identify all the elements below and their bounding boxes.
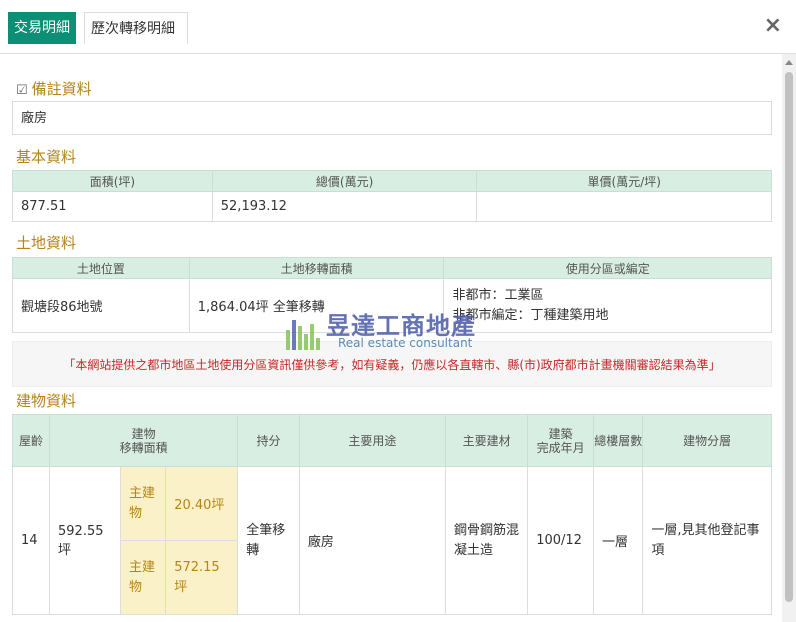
notes-section-title: ☑ 備註資料	[16, 78, 92, 99]
building-use-value: 廠房	[298, 466, 446, 615]
scroll-thumb[interactable]	[785, 72, 793, 602]
building-material-value: 鋼骨鋼筋混凝土造	[444, 466, 529, 615]
zoning-disclaimer: 「本網站提供之都市地區土地使用分區資訊僅供參考，如有疑義，仍應以各直轄市、縣(市…	[12, 341, 772, 387]
building-completed-value: 100/12	[527, 466, 595, 615]
building-header-completed: 建築 完成年月	[527, 414, 595, 467]
land-location-value: 觀塘段86地號	[12, 278, 190, 333]
basic-header-unit: 單價(萬元/坪)	[476, 170, 772, 192]
vertical-scrollbar[interactable]	[782, 54, 796, 622]
basic-table: 面積(坪) 總價(萬元) 單價(萬元/坪) 877.51 52,193.12	[12, 170, 772, 222]
basic-area-value: 877.51	[12, 191, 213, 222]
building-header-use: 主要用途	[298, 414, 446, 467]
detail-content: ☑ 備註資料 廠房 基本資料 面積(坪) 總價(萬元) 單價(萬元/坪) 877.…	[0, 54, 780, 622]
land-header-location: 土地位置	[12, 257, 190, 279]
land-zoning-line-1: 非都市：工業區	[452, 287, 544, 303]
basic-header-area: 面積(坪)	[12, 170, 213, 192]
building-header-share: 持分	[237, 414, 300, 467]
building-sub1-value: 20.40坪	[165, 466, 239, 541]
basic-unit-value	[476, 191, 772, 222]
building-sub2-value: 572.15坪	[165, 540, 239, 615]
close-button[interactable]: ×	[764, 12, 782, 40]
notes-value: 廠房	[12, 101, 772, 135]
scroll-up-arrow-icon[interactable]	[785, 60, 793, 65]
building-floors-value: 一層	[593, 466, 644, 615]
building-header-age: 屋齡	[11, 414, 51, 467]
basic-total-value: 52,193.12	[211, 191, 478, 222]
land-table: 土地位置 土地移轉面積 使用分區或編定 觀塘段86地號 1,864.04坪 全筆…	[12, 257, 772, 333]
building-sub2-label: 主建物	[119, 540, 167, 615]
basic-section-title: 基本資料	[16, 148, 77, 166]
land-header-zoning: 使用分區或編定	[443, 257, 772, 279]
building-age-value: 14	[11, 466, 51, 615]
building-table: 屋齡 建物 移轉面積 持分 主要用途 主要建材 建築 完成年月 總樓層數 建物分…	[11, 414, 772, 615]
land-header-area: 土地移轉面積	[188, 257, 445, 279]
building-header-material: 主要建材	[444, 414, 529, 467]
land-section-title: 土地資料	[16, 234, 77, 252]
building-layers-value: 一層,見其他登記事項	[642, 466, 772, 615]
land-area-value: 1,864.04坪 全筆移轉	[188, 278, 445, 333]
building-total-area: 592.55坪	[49, 466, 121, 615]
building-section-title: 建物資料	[16, 392, 77, 410]
building-header-floors: 總樓層數	[593, 414, 644, 467]
notes-title: 備註資料	[31, 80, 92, 98]
check-square-icon: ☑	[16, 83, 28, 98]
building-header-layers: 建物分層	[642, 414, 772, 467]
basic-header-total: 總價(萬元)	[211, 170, 478, 192]
land-zoning-line-2: 非都市編定：丁種建築用地	[452, 307, 609, 323]
land-zoning-value: 非都市：工業區 非都市編定：丁種建築用地	[443, 278, 772, 333]
tab-transfer-history[interactable]: 歷次轉移明細	[84, 12, 188, 44]
building-sub1-label: 主建物	[119, 466, 167, 541]
top-bar: 交易明細 歷次轉移明細 ×	[0, 0, 796, 54]
tab-transaction-detail[interactable]: 交易明細	[8, 12, 76, 44]
building-header-area: 建物 移轉面積	[49, 414, 239, 467]
building-share-value: 全筆移轉	[237, 466, 300, 615]
